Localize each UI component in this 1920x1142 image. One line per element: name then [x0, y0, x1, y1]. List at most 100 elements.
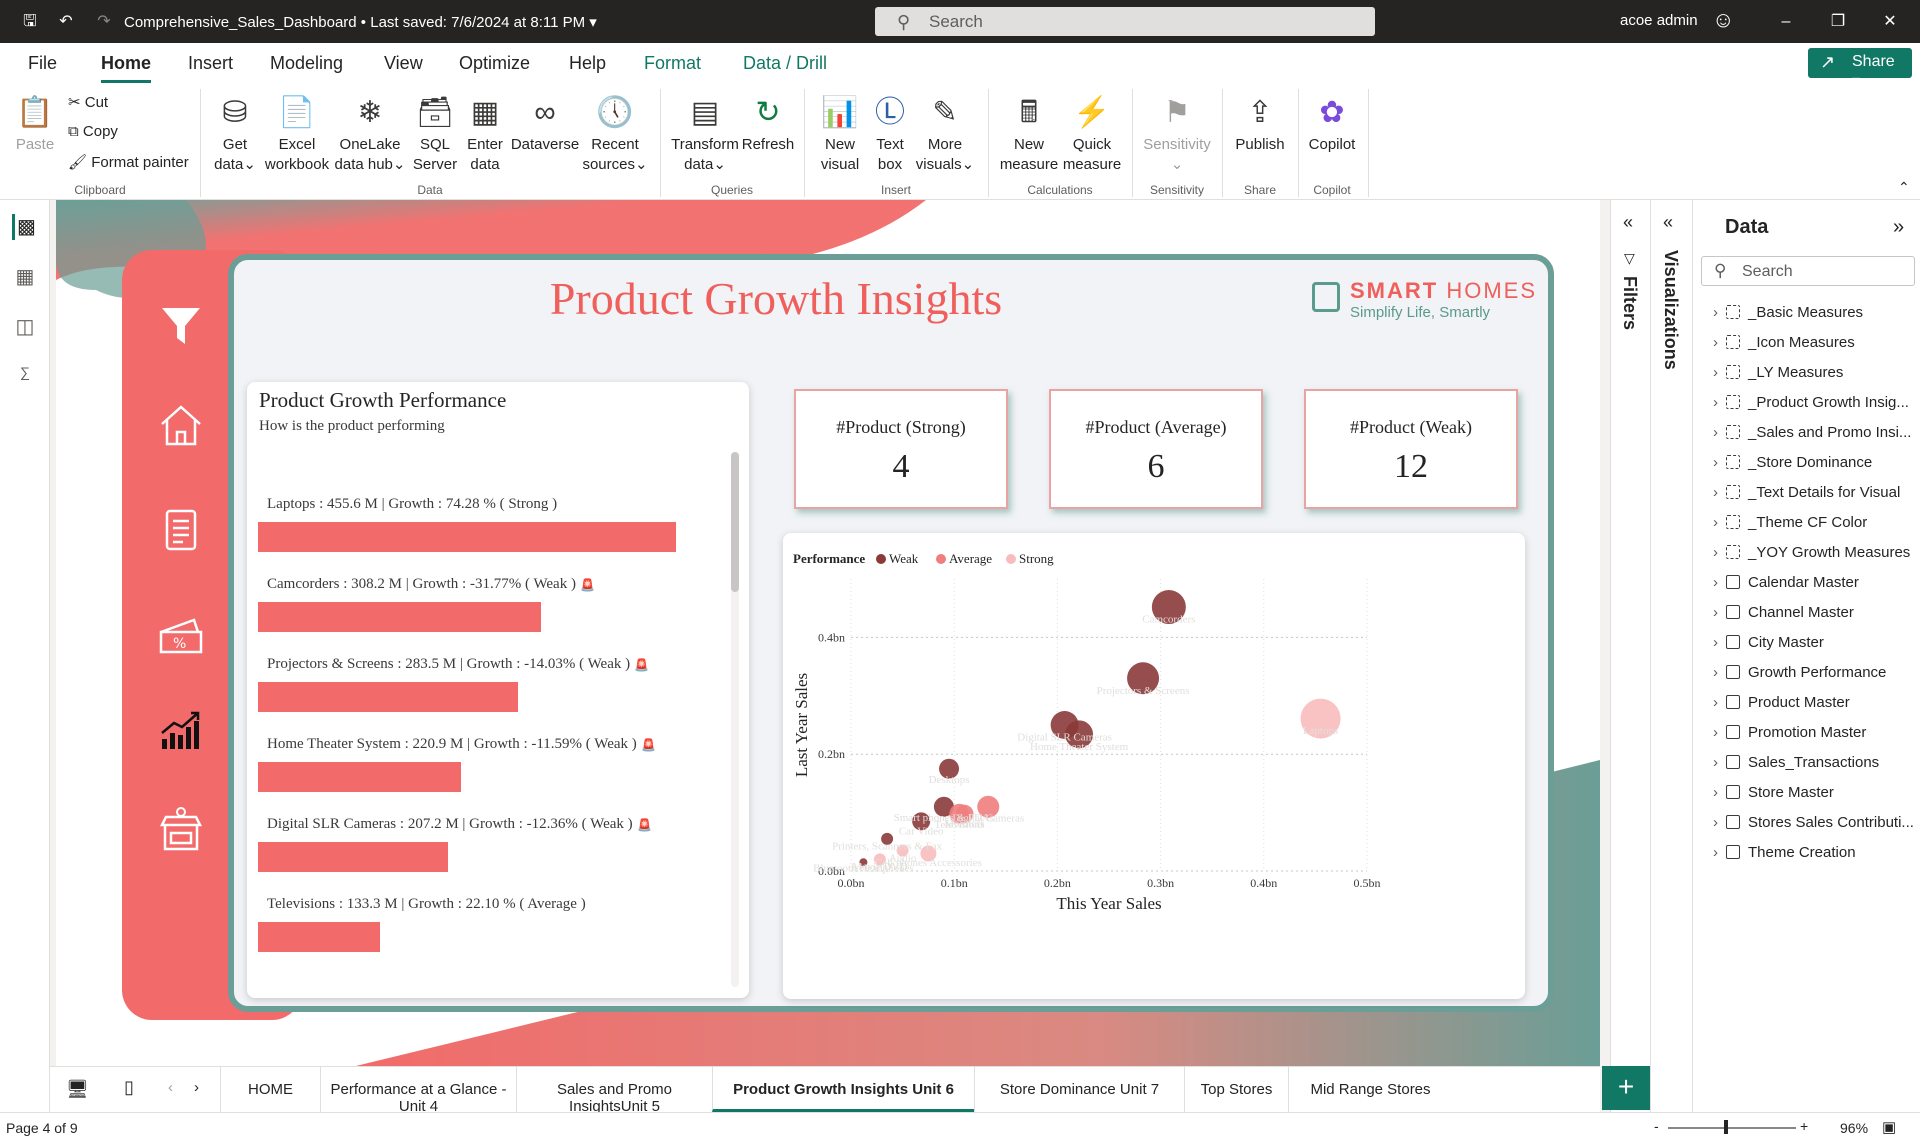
page-tab[interactable]: Sales and Promo InsightsUnit 5: [516, 1067, 712, 1115]
filters-pane-collapsed[interactable]: « ▽ Filters: [1610, 200, 1650, 1112]
mobile-layout-icon[interactable]: ▯: [124, 1077, 134, 1098]
chevron-right-icon[interactable]: ›: [1713, 634, 1718, 651]
minimize-icon[interactable]: –: [1776, 12, 1796, 32]
tab-insert[interactable]: Insert: [188, 53, 233, 74]
chevron-right-icon[interactable]: ›: [1713, 814, 1718, 831]
data-field-item[interactable]: › Sales_Transactions: [1713, 754, 1918, 771]
restore-icon[interactable]: ❐: [1828, 12, 1848, 32]
data-field-item[interactable]: › Theme Creation: [1713, 844, 1918, 861]
data-field-item[interactable]: › _LY Measures: [1713, 364, 1918, 381]
growth-chart-icon[interactable]: [151, 705, 211, 765]
tab-modeling[interactable]: Modeling: [270, 53, 343, 74]
chevron-right-icon[interactable]: ›: [1713, 454, 1718, 471]
copy-button[interactable]: ⧉ Copy: [68, 123, 118, 140]
zoom-slider[interactable]: [1668, 1127, 1796, 1129]
chevron-right-icon[interactable]: ›: [1713, 574, 1718, 591]
page-tab[interactable]: Top Stores: [1184, 1067, 1288, 1112]
data-search-input[interactable]: ⚲ Search: [1701, 256, 1915, 286]
table-view-icon[interactable]: ▦: [12, 264, 38, 290]
data-field-item[interactable]: › Product Master: [1713, 694, 1918, 711]
save-icon[interactable]: 🖫: [20, 12, 40, 32]
expand-visualizations-icon[interactable]: «: [1663, 212, 1673, 233]
chevron-right-icon[interactable]: ›: [1713, 784, 1718, 801]
growth-bar[interactable]: [258, 842, 449, 872]
avatar-icon[interactable]: ☺: [1712, 9, 1734, 31]
data-field-item[interactable]: › _Theme CF Color: [1713, 514, 1918, 531]
page-tab[interactable]: Store Dominance Unit 7: [974, 1067, 1184, 1112]
zoom-slider-thumb[interactable]: [1724, 1120, 1728, 1134]
prev-page-icon[interactable]: ‹: [168, 1079, 173, 1096]
collapse-data-pane-icon[interactable]: »: [1893, 216, 1904, 239]
document-icon[interactable]: [151, 505, 211, 565]
data-field-item[interactable]: › _Basic Measures: [1713, 304, 1918, 321]
data-field-item[interactable]: › _Store Dominance: [1713, 454, 1918, 471]
zoom-in-icon[interactable]: +: [1800, 1118, 1808, 1134]
chevron-right-icon[interactable]: ›: [1713, 394, 1718, 411]
new-measure-button[interactable]: 🖩 New measure: [996, 91, 1062, 175]
chevron-right-icon[interactable]: ›: [1713, 364, 1718, 381]
chevron-right-icon[interactable]: ›: [1713, 664, 1718, 681]
page-tab[interactable]: Mid Range Stores: [1288, 1067, 1452, 1112]
user-name[interactable]: acoe admin: [1620, 12, 1698, 29]
document-title[interactable]: Comprehensive_Sales_Dashboard • Last sav…: [124, 13, 597, 31]
data-field-item[interactable]: › City Master: [1713, 634, 1918, 651]
text-box-button[interactable]: Ⓛ Text box: [866, 91, 914, 175]
excel-workbook-button[interactable]: 📄 Excel workbook: [262, 91, 332, 175]
growth-bar[interactable]: [258, 762, 461, 792]
data-field-item[interactable]: › Promotion Master: [1713, 724, 1918, 741]
publish-button[interactable]: ⇪ Publish: [1230, 91, 1290, 155]
new-visual-button[interactable]: 📊 New visual: [812, 91, 868, 175]
model-view-icon[interactable]: ◫: [12, 314, 38, 340]
format-painter-button[interactable]: 🖌 Format painter: [68, 153, 189, 171]
store-icon[interactable]: [151, 805, 211, 865]
kpi-card-weak[interactable]: #Product (Weak) 12: [1304, 389, 1518, 509]
data-field-item[interactable]: › Channel Master: [1713, 604, 1918, 621]
sales-scatter-chart[interactable]: Performance Weak Average Strong 0.0bn 0.1bn 0.…: [783, 533, 1525, 999]
tab-data-drill[interactable]: Data / Drill: [743, 53, 827, 74]
expand-filters-icon[interactable]: «: [1623, 212, 1633, 233]
growth-bar[interactable]: [258, 602, 541, 632]
recent-sources-button[interactable]: 🕔 Recent sources⌄: [580, 91, 650, 175]
promotion-icon[interactable]: %: [151, 610, 211, 670]
desktop-layout-icon[interactable]: 🖥: [66, 1079, 89, 1100]
close-icon[interactable]: ✕: [1880, 12, 1900, 32]
data-field-item[interactable]: › Store Master: [1713, 784, 1918, 801]
growth-bar[interactable]: [258, 522, 676, 552]
chevron-right-icon[interactable]: ›: [1713, 844, 1718, 861]
paste-button[interactable]: 📋 Paste: [10, 91, 60, 155]
scrollbar-thumb[interactable]: [731, 452, 739, 592]
data-field-item[interactable]: › Growth Performance: [1713, 664, 1918, 681]
visualizations-pane-collapsed[interactable]: « Visualizations: [1650, 200, 1692, 1112]
page-tab[interactable]: Performance at a Glance - Unit 4: [320, 1067, 516, 1115]
enter-data-button[interactable]: ▦ Enter data: [460, 91, 510, 175]
tab-format[interactable]: Format: [644, 53, 701, 74]
transform-data-button[interactable]: ▤ Transform data⌄: [668, 91, 742, 175]
get-data-button[interactable]: ⛁ Get data⌄: [208, 91, 262, 175]
tab-optimize[interactable]: Optimize: [459, 53, 530, 74]
filter-icon[interactable]: [151, 300, 211, 360]
kpi-card-average[interactable]: #Product (Average) 6: [1049, 389, 1263, 509]
more-visuals-button[interactable]: ✎ More visuals⌄: [914, 91, 976, 175]
tab-file[interactable]: File: [28, 53, 57, 74]
tab-help[interactable]: Help: [569, 53, 606, 74]
scrollbar[interactable]: [731, 452, 739, 987]
tab-view[interactable]: View: [384, 53, 423, 74]
report-view-icon[interactable]: ▩: [12, 214, 38, 240]
onelake-button[interactable]: ❄ OneLake data hub⌄: [332, 91, 408, 175]
chevron-right-icon[interactable]: ›: [1713, 334, 1718, 351]
sql-server-button[interactable]: 🗃 SQL Server: [410, 91, 460, 175]
data-field-item[interactable]: › Stores Sales Contributi...: [1713, 814, 1918, 831]
growth-bar[interactable]: [258, 682, 519, 712]
data-field-item[interactable]: › Calendar Master: [1713, 574, 1918, 591]
dataverse-button[interactable]: ∞ Dataverse: [510, 91, 580, 155]
chevron-right-icon[interactable]: ›: [1713, 514, 1718, 531]
data-field-item[interactable]: › _YOY Growth Measures: [1713, 544, 1918, 561]
dax-query-view-icon[interactable]: ∑: [12, 364, 38, 390]
tab-home[interactable]: Home: [101, 53, 152, 83]
cut-button[interactable]: ✂ Cut: [68, 93, 108, 111]
kpi-card-strong[interactable]: #Product (Strong) 4: [794, 389, 1008, 509]
data-field-item[interactable]: › _Icon Measures: [1713, 334, 1918, 351]
copilot-button[interactable]: ✿ Copilot: [1304, 91, 1360, 155]
collapse-ribbon-icon[interactable]: ⌃: [1898, 179, 1910, 196]
refresh-button[interactable]: ↻ Refresh: [740, 91, 796, 155]
